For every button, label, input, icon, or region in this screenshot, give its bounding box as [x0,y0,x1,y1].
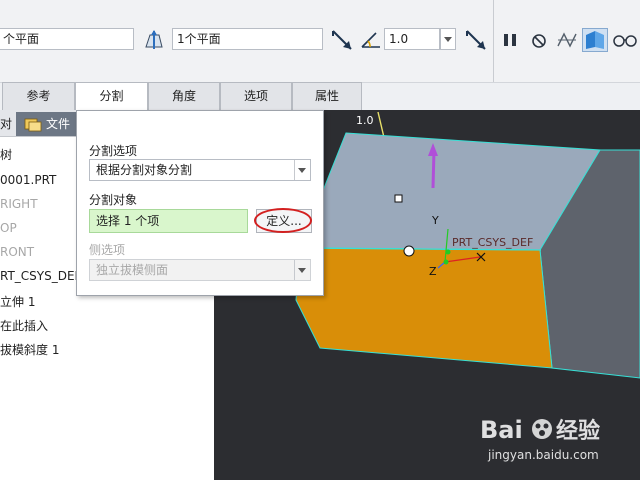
front-face [295,247,553,369]
split-object-collector[interactable]: 选择 1 个项 [89,209,248,233]
tab-references[interactable]: 参考 [2,82,75,110]
side-options-label: 侧选项 [89,243,126,257]
pull-direction-field[interactable]: 1个平面 [172,28,323,50]
side-options-select: 独立拔模侧面 [89,259,311,281]
csys-label: PRT_CSYS_DEF [452,236,534,249]
tree-header: 树 [0,148,13,162]
tab-split[interactable]: 分割 [75,82,148,112]
draft-angle-input[interactable]: 1.0 [384,28,440,50]
flip-direction-icon[interactable] [330,28,354,52]
svg-text:Bai: Bai [480,416,523,444]
split-options-panel: 分割选项 根据分割对象分割 分割对象 选择 1 个项 定义... 侧选项 独立拔… [76,110,324,296]
side-options-value: 独立拔模侧面 [96,263,169,277]
preview-icon[interactable] [556,30,578,50]
tab-options[interactable]: 选项 [220,82,292,110]
svg-text:经验: 经验 [556,418,600,444]
tab-file-label: 文件 [46,117,71,131]
folder-icon [24,116,42,132]
tree-item-right-plane[interactable]: RIGHT [0,197,38,211]
tree-item-front-plane[interactable]: RONT [0,245,34,259]
dashboard-toolbar: 个平面 1个平面 1.0 [0,0,640,83]
split-options-value: 根据分割对象分割 [96,163,193,177]
tree-item-draft[interactable]: 拔模斜度 1 [0,341,59,358]
verify-icon[interactable] [582,28,608,52]
split-object-label: 分割对象 [89,193,138,207]
drag-handle [394,194,403,203]
dimension-label[interactable]: 1.0 [356,114,374,127]
tab-file-browser[interactable]: 文件 [16,112,80,136]
tree-item-extrude[interactable]: 立伸 1 [0,293,35,310]
axis-z-label: Z [429,265,437,278]
tree-item-csys[interactable]: RT_CSYS_DEF [0,269,81,283]
dashboard-tab-bar: 参考 分割 角度 选项 属性 [0,82,362,112]
split-options-select[interactable]: 根据分割对象分割 [89,159,311,181]
tab-model-tree[interactable]: 对 [0,112,14,136]
chevron-down-icon[interactable] [294,160,310,180]
pause-icon[interactable] [502,32,518,48]
draft-surface-icon[interactable] [142,29,166,51]
tree-item-top-plane[interactable]: OP [0,221,17,235]
flip-angle-icon[interactable] [464,28,488,52]
baidu-jingyan-watermark: Bai 经验 jingyan.baidu.com [480,408,636,468]
angle-dropdown-button[interactable] [440,28,456,50]
tab-angle[interactable]: 角度 [148,82,220,110]
draft-hinge-field[interactable]: 个平面 [0,28,134,50]
axis-y-label: Y [432,214,439,227]
drag-point [403,245,415,257]
tree-item-part[interactable]: 0001.PRT [0,173,56,187]
tab-properties[interactable]: 属性 [292,82,362,110]
watermark-url: jingyan.baidu.com [488,448,599,462]
highlight-circle [254,208,312,233]
split-options-label: 分割选项 [89,144,138,158]
chevron-down-icon [294,260,310,280]
angle-icon [360,29,382,51]
glasses-icon[interactable] [613,32,637,48]
stop-icon[interactable] [531,33,547,49]
tree-item-insert-here[interactable]: 在此插入 [0,317,48,334]
